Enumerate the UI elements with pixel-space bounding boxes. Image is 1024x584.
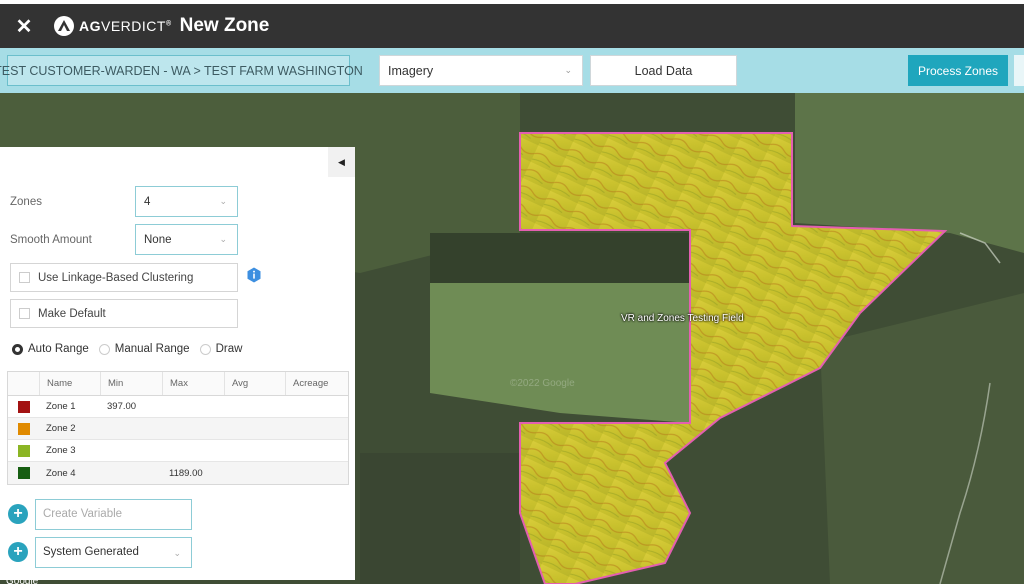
toolbar-edge [1014,55,1024,86]
zone-acreage [285,418,348,439]
zone-name: Zone 3 [46,445,76,456]
map-watermark: ©2022 Google [510,378,575,389]
chevron-down-icon: ⌄ [219,234,227,244]
window-edge [0,0,1024,4]
linkage-clustering-label: Use Linkage-Based Clustering [38,271,194,284]
zone-color-swatch[interactable] [18,400,30,413]
logo-mark-icon [54,16,74,36]
close-button[interactable]: ✕ [0,4,48,48]
zone-avg [224,396,285,417]
zone-max [162,418,224,439]
zones-select[interactable]: 4 ⌄ [135,186,238,217]
make-default-checkbox[interactable]: Make Default [10,299,238,328]
zone-max [162,440,224,461]
linkage-clustering-checkbox[interactable]: Use Linkage-Based Clustering [10,263,238,292]
imagery-select-value: Imagery [388,63,434,78]
zone-max [162,396,224,417]
range-radio-group: Auto Range Manual Range Draw [12,343,252,355]
plus-icon: + [13,505,23,522]
registered-mark: ® [165,20,172,28]
plus-icon: + [13,543,23,560]
zone-acreage [285,462,348,484]
radio-unselected-icon [98,343,110,355]
column-header-max[interactable]: Max [162,372,224,395]
info-icon[interactable] [246,267,262,283]
zone-min: 397.00 [107,401,137,412]
zone-acreage [285,440,348,461]
zone-avg [224,418,285,439]
page-title: New Zone [179,15,270,36]
zones-table: Name Min Max Avg Acreage Zone 1 397.00 Z… [7,371,349,485]
field-label: VR and Zones Testing Field [621,313,744,324]
radio-manual-range[interactable]: Manual Range [98,343,190,355]
toolbar: TEST CUSTOMER-WARDEN - WA > TEST FARM WA… [0,48,1024,93]
caret-left-icon: ◀ [338,156,345,167]
collapse-panel-button[interactable]: ◀ [328,147,355,177]
table-row[interactable]: Zone 2 [8,418,348,440]
checkbox-box [19,272,30,283]
zone-avg [224,462,285,484]
breadcrumb[interactable]: TEST CUSTOMER-WARDEN - WA > TEST FARM WA… [0,55,363,86]
logo-text-bold: AG [79,18,101,34]
chevron-down-icon: ⌄ [564,65,572,75]
column-header-name[interactable]: Name [39,372,100,395]
zone-min [100,462,162,484]
radio-auto-range-label: Auto Range [28,343,89,355]
smooth-amount-value: None [144,233,172,246]
radio-draw[interactable]: Draw [199,343,243,355]
process-zones-button[interactable]: Process Zones [908,55,1008,86]
agverdict-logo: AGVERDICT® [54,16,172,36]
logo-text-rest: VERDICT [101,18,166,34]
close-icon: ✕ [15,15,33,38]
radio-unselected-icon [199,343,211,355]
load-data-button[interactable]: Load Data [590,55,737,86]
zones-label: Zones [10,196,42,208]
column-header-min[interactable]: Min [100,372,162,395]
column-header-acreage[interactable]: Acreage [285,372,348,395]
column-header-color [8,372,39,395]
zones-select-value: 4 [144,195,151,208]
zone-name: Zone 4 [46,467,76,479]
table-row[interactable]: Zone 1 397.00 [8,396,348,418]
zone-name: Zone 1 [46,401,76,412]
zone-min [100,418,162,439]
system-generated-value: System Generated [43,546,139,558]
zone-color-swatch[interactable] [18,422,30,435]
zone-name: Zone 2 [46,423,76,434]
table-header: Name Min Max Avg Acreage [8,372,348,396]
zone-max: 1189.00 [169,467,203,479]
system-generated-row: + System Generated ⌄ [8,536,192,568]
add-variable-button[interactable]: + [8,504,28,524]
radio-manual-range-label: Manual Range [114,343,190,355]
imagery-select[interactable]: Imagery ⌄ [379,55,583,86]
create-variable-row: + Create Variable [8,498,192,530]
table-row[interactable]: Zone 4 1189.00 [8,462,348,484]
radio-draw-label: Draw [215,343,243,355]
smooth-amount-select[interactable]: None ⌄ [135,224,238,255]
add-system-variable-button[interactable]: + [8,542,28,562]
checkbox-box [19,308,30,319]
create-variable-input[interactable]: Create Variable [35,498,192,530]
make-default-label: Make Default [38,307,106,320]
zone-min [100,440,162,461]
table-row[interactable]: Zone 3 [8,440,348,462]
radio-selected-icon [12,343,23,355]
radio-auto-range[interactable]: Auto Range [12,343,89,355]
chevron-down-icon: ⌄ [219,196,227,206]
zone-avg [224,440,285,461]
title-bar: ✕ AGVERDICT® New Zone [0,0,1024,48]
zone-acreage [285,396,348,417]
system-generated-select[interactable]: System Generated ⌄ [35,536,192,568]
smooth-amount-label: Smooth Amount [10,234,92,246]
chevron-down-icon: ⌄ [173,547,181,558]
column-header-avg[interactable]: Avg [224,372,285,395]
zone-color-swatch[interactable] [18,467,30,479]
logo-text: AGVERDICT® [79,18,172,34]
zone-color-swatch[interactable] [18,444,30,457]
zone-settings-panel: ◀ Zones 4 ⌄ Smooth Amount None ⌄ Use Lin… [0,147,355,580]
